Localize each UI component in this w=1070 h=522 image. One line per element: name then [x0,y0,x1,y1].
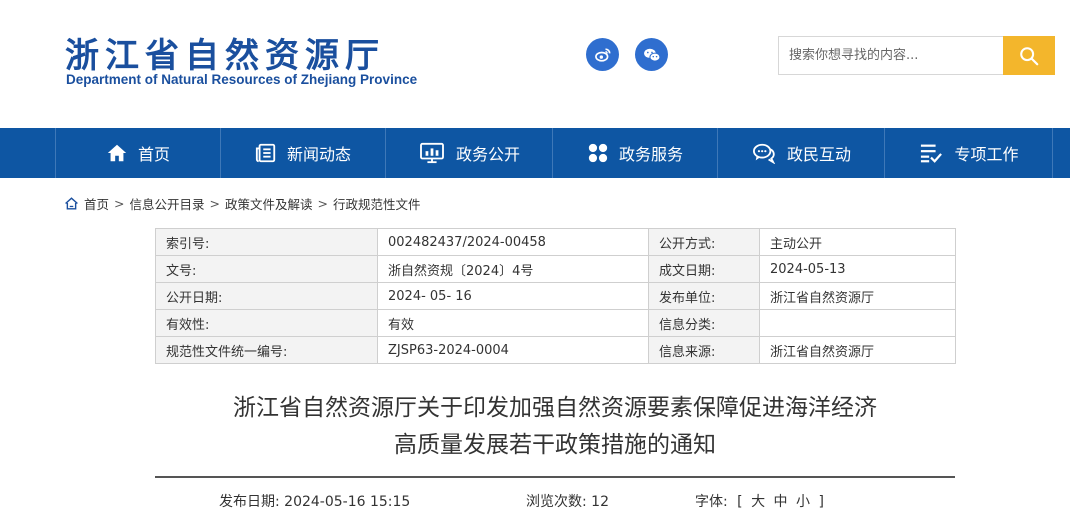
nav-label: 新闻动态 [286,145,351,164]
table-row: 文号: 浙自然资规〔2024〕4号 成文日期: 2024-05-13 [155,255,956,283]
view-count: 浏览次数: 12 [526,494,609,510]
meta-key: 文号: [155,255,378,283]
home-icon [106,142,128,164]
main-nav: 首页 新闻动态 政务公开 政务服务 政民互动 专项工作 [0,128,1070,178]
meta-value: 2024- 05- 16 [377,282,649,310]
font-size-small-button[interactable]: 小 [796,494,810,510]
font-size-bracket: ] [818,494,824,510]
meta-key: 发布单位: [648,282,760,310]
nav-item-special[interactable]: 专项工作 [885,128,1052,178]
meta-value: 有效 [377,309,649,337]
search-icon [1020,46,1039,65]
font-size-medium-button[interactable]: 中 [774,494,788,510]
document-title: 浙江省自然资源厅关于印发加强自然资源要素保障促进海洋经济 高质量发展若干政策措施… [155,390,955,464]
search-box [778,36,1004,75]
grid-icon [587,142,609,164]
nav-item-news[interactable]: 新闻动态 [221,128,385,178]
document-title-line: 高质量发展若干政策措施的通知 [394,432,716,458]
search-input[interactable] [779,37,1004,74]
nav-label: 政务公开 [455,145,520,164]
breadcrumb-policy-docs[interactable]: 政策文件及解读 [225,194,313,213]
site-header: 浙江省自然资源厅 Department of Natural Resources… [0,0,1070,128]
breadcrumb-info-catalog[interactable]: 信息公开目录 [130,194,205,213]
chat-icon [751,142,777,164]
meta-value: 浙自然资规〔2024〕4号 [377,255,649,283]
title-divider [155,476,955,478]
nav-label: 政民互动 [786,145,851,164]
weibo-icon[interactable] [586,38,619,71]
meta-value: 浙江省自然资源厅 [759,336,956,364]
list-check-icon [918,142,944,164]
nav-item-gov-service[interactable]: 政务服务 [553,128,717,178]
meta-value: 主动公开 [759,228,956,256]
news-icon [255,142,277,164]
home-icon [65,196,78,210]
breadcrumb-normative-docs[interactable]: 行政规范性文件 [333,194,421,213]
chevron-right-icon: > [114,195,125,211]
wechat-icon[interactable] [635,38,668,71]
site-title-en[interactable]: Department of Natural Resources of Zheji… [66,72,417,87]
chevron-right-icon: > [209,195,220,211]
monitor-icon [418,142,446,164]
nav-label: 首页 [137,145,170,164]
table-row: 公开日期: 2024- 05- 16 发布单位: 浙江省自然资源厅 [155,282,956,310]
chevron-right-icon: > [317,195,328,211]
font-size-bracket: [ [737,494,743,510]
search-button[interactable] [1003,36,1055,75]
nav-item-interaction[interactable]: 政民互动 [718,128,884,178]
meta-key: 规范性文件统一编号: [155,336,378,364]
meta-key: 成文日期: [648,255,760,283]
nav-item-home[interactable]: 首页 [56,128,220,178]
meta-value: ZJSP63-2024-0004 [377,336,649,364]
nav-label: 专项工作 [954,145,1019,164]
nav-item-gov-open[interactable]: 政务公开 [386,128,552,178]
font-size-control: 字体: [ 大 中 小 ] [695,491,824,511]
meta-key: 信息来源: [648,336,760,364]
table-row: 索引号: 002482437/2024-00458 公开方式: 主动公开 [155,228,956,256]
meta-value: 002482437/2024-00458 [377,228,649,256]
meta-value: 2024-05-13 [759,255,956,283]
meta-key: 信息分类: [648,309,760,337]
nav-label: 政务服务 [618,145,683,164]
nav-divider [1052,128,1053,178]
table-row: 规范性文件统一编号: ZJSP63-2024-0004 信息来源: 浙江省自然资… [155,336,956,364]
font-size-label: 字体: [695,494,728,510]
meta-key: 有效性: [155,309,378,337]
publish-date: 发布日期: 2024-05-16 15:15 [219,494,411,510]
meta-value: 浙江省自然资源厅 [759,282,956,310]
site-title-cn[interactable]: 浙江省自然资源厅 [65,28,385,77]
font-size-large-button[interactable]: 大 [751,494,765,510]
meta-value [759,309,956,337]
meta-key: 公开方式: [648,228,760,256]
breadcrumb: 首页 > 信息公开目录 > 政策文件及解读 > 行政规范性文件 [64,194,421,212]
meta-key: 索引号: [155,228,378,256]
breadcrumb-home[interactable]: 首页 [84,194,109,213]
document-title-line: 浙江省自然资源厅关于印发加强自然资源要素保障促进海洋经济 [233,395,877,421]
table-row: 有效性: 有效 信息分类: [155,309,956,337]
meta-key: 公开日期: [155,282,378,310]
document-meta-table: 索引号: 002482437/2024-00458 公开方式: 主动公开 文号:… [155,228,956,364]
